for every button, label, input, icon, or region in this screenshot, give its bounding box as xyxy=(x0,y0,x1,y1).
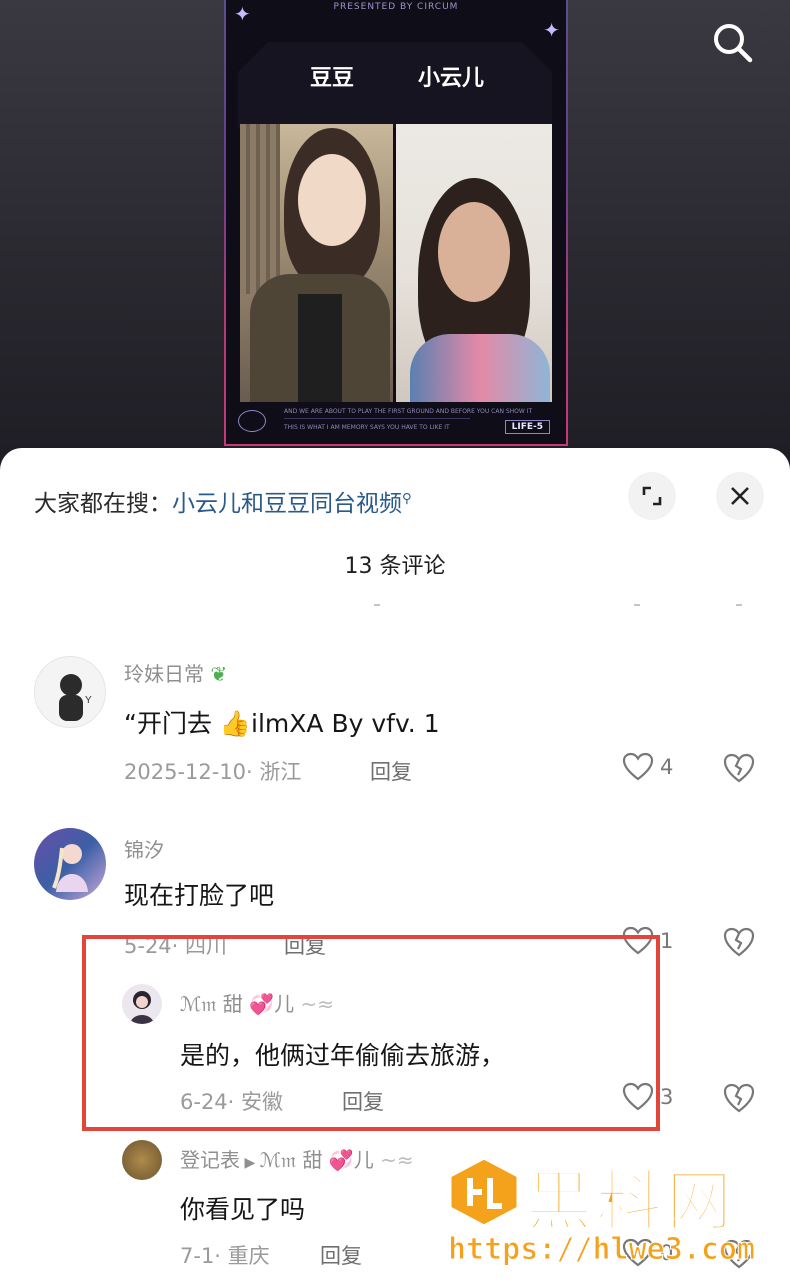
reply-button[interactable]: 回复 xyxy=(320,1240,362,1270)
close-button[interactable] xyxy=(716,472,764,520)
watermark-url: https://hlwe3.com xyxy=(447,1232,756,1268)
hearts-icon: 💞 xyxy=(242,992,275,1016)
comment-text: “开门去 👍ilmXA By vfv. 1 xyxy=(124,709,440,738)
globe-icon xyxy=(238,410,266,432)
reply-button[interactable]: 回复 xyxy=(370,756,412,786)
like-button[interactable]: 1 xyxy=(622,926,673,956)
video-player[interactable]: PRESENTED BY CIRCUM ✦ ✦ 豆豆 小云儿 AND WE AR… xyxy=(0,0,790,470)
life-badge: LIFE-5 xyxy=(504,420,550,434)
watermark-logo-icon xyxy=(446,1156,522,1228)
comment-count: 13 条评论 xyxy=(344,554,446,579)
wave-icon: ~≈ xyxy=(294,992,334,1016)
reply-button[interactable]: 回复 xyxy=(342,1086,384,1116)
thumbs-up-icon: 👍 xyxy=(211,709,252,738)
guest-right-video xyxy=(396,124,552,402)
wave-icon: ~≈ xyxy=(373,1148,414,1172)
heart-icon xyxy=(622,752,654,781)
video-frame: PRESENTED BY CIRCUM ✦ ✦ 豆豆 小云儿 AND WE AR… xyxy=(224,0,568,446)
comment-meta: 2025-12-10· 浙江 xyxy=(124,760,302,784)
broken-heart-icon xyxy=(723,927,755,957)
like-count: 3 xyxy=(660,1085,674,1109)
comment-username[interactable]: 玲妹日常 ❦ xyxy=(124,658,227,687)
comment-username[interactable]: 登记表 ▶ ℳ𝔪 甜 💞儿 ~≈ xyxy=(180,1144,414,1173)
broken-heart-icon xyxy=(723,753,755,783)
dislike-button[interactable] xyxy=(722,752,756,788)
reply-arrow-icon: ▶ xyxy=(240,1155,260,1171)
search-suggestion[interactable]: 大家都在搜：小云儿和豆豆同台视频⚲ xyxy=(34,484,412,518)
avatar[interactable]: Y xyxy=(34,656,106,728)
guest-left-name: 豆豆 xyxy=(310,66,355,91)
like-count: 4 xyxy=(660,755,674,779)
comment-username[interactable]: 锦汐 xyxy=(124,834,164,863)
like-button[interactable]: 4 xyxy=(622,752,673,782)
sparkle-icon: ✦ xyxy=(543,18,560,42)
comment-username[interactable]: ℳ𝔪 甜 💞儿 ~≈ xyxy=(180,988,334,1017)
guest-right-name: 小云儿 xyxy=(418,66,485,91)
broken-heart-icon xyxy=(723,1083,755,1113)
like-count: 1 xyxy=(660,929,674,953)
heart-icon xyxy=(622,1082,654,1111)
reply-button[interactable]: 回复 xyxy=(284,930,326,960)
like-button[interactable]: 3 xyxy=(622,1082,673,1112)
close-icon xyxy=(731,487,749,505)
comment-meta: 5-24· 四川 xyxy=(124,934,228,958)
comment-meta: 6-24· 安徽 xyxy=(180,1090,284,1114)
expand-button[interactable] xyxy=(628,472,676,520)
hearts-icon: 💞 xyxy=(322,1148,354,1172)
dislike-button[interactable] xyxy=(722,1082,756,1118)
comment-text: 你看见了吗 xyxy=(180,1195,306,1224)
search-button[interactable] xyxy=(710,20,756,66)
sparkle-icon: ✦ xyxy=(234,2,251,26)
search-icon: ⚲ xyxy=(402,491,412,507)
comment-text: 现在打脸了吧 xyxy=(124,881,275,910)
expand-icon xyxy=(642,486,662,506)
dislike-button[interactable] xyxy=(722,926,756,962)
poster-top-text: PRESENTED BY CIRCUM xyxy=(333,2,459,12)
comment-meta: 7-1· 重庆 xyxy=(180,1244,270,1268)
heart-icon xyxy=(622,926,654,955)
avatar[interactable] xyxy=(122,1140,162,1180)
search-icon xyxy=(714,24,753,63)
leaf-icon: ❦ xyxy=(204,662,228,686)
name-plate xyxy=(238,42,552,128)
avatar[interactable] xyxy=(34,828,106,900)
avatar[interactable] xyxy=(122,984,162,1024)
svg-text:Y: Y xyxy=(85,695,92,706)
watermark-brand: 黑料网 xyxy=(525,1162,736,1241)
comment-text: 是的，他俩过年偷偷去旅游， xyxy=(180,1041,506,1070)
guest-left-video xyxy=(240,124,393,402)
poster-footer: AND WE ARE ABOUT TO PLAY THE FIRST GROUN… xyxy=(238,406,554,440)
search-keyword-link[interactable]: 小云儿和豆豆同台视频 xyxy=(172,491,402,517)
